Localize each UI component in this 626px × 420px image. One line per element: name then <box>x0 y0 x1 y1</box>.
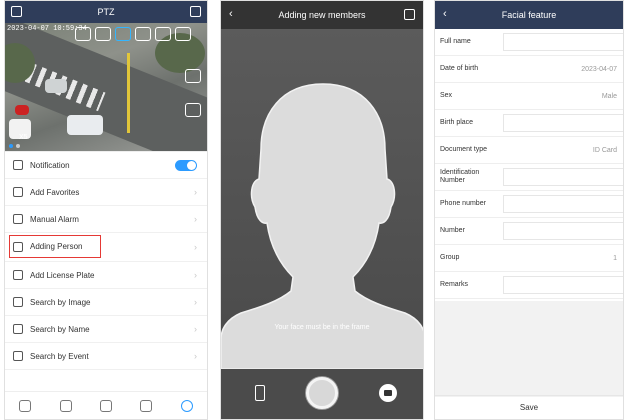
chevron-right-icon: › <box>194 270 197 280</box>
facial-feature-form: Full name Date of birth 2023-04-07 Sex M… <box>435 29 623 299</box>
bottom-toolbar <box>5 391 207 419</box>
video-record-icon[interactable] <box>185 103 201 117</box>
alarm-icon <box>13 214 23 224</box>
fullscreen-icon[interactable] <box>175 27 191 41</box>
chevron-right-icon: › <box>194 187 197 197</box>
shutter-button[interactable] <box>306 377 338 409</box>
back-icon[interactable]: ‹ <box>229 8 233 20</box>
field-group[interactable]: Group 1 <box>435 245 623 272</box>
group-value[interactable]: 1 <box>613 255 617 262</box>
field-phone-number: Phone number <box>435 191 623 218</box>
switch-camera-icon[interactable] <box>379 384 397 402</box>
frame-hint: Your face must be in the frame <box>274 324 370 331</box>
menu-item-notification[interactable]: Notification <box>5 152 207 179</box>
field-birth-place: Birth place <box>435 110 623 137</box>
page-dots <box>9 144 20 148</box>
ptz-title: PTZ <box>97 7 115 17</box>
phone-number-input[interactable] <box>503 195 623 213</box>
sex-value[interactable]: Male <box>602 93 617 100</box>
field-sex[interactable]: Sex Male <box>435 83 623 110</box>
speaker-icon[interactable] <box>59 399 72 412</box>
menu-item-manual-alarm[interactable]: Manual Alarm › <box>5 206 207 233</box>
playback-icon[interactable] <box>140 399 153 412</box>
field-date-of-birth[interactable]: Date of birth 2023-04-07 <box>435 56 623 83</box>
gallery-icon[interactable] <box>404 9 415 20</box>
menu-item-add-favorites[interactable]: Add Favorites › <box>5 179 207 206</box>
field-number: Number <box>435 218 623 245</box>
facial-feature-screen: ‹ Facial feature Full name Date of birth… <box>434 0 624 420</box>
microphone-icon[interactable] <box>19 399 32 412</box>
feature-menu: Notification Add Favorites › Manual Alar… <box>5 151 207 370</box>
full-name-input[interactable] <box>503 33 623 51</box>
name-search-icon <box>13 324 23 334</box>
facial-feature-header: ‹ Facial feature <box>435 1 623 29</box>
event-search-icon <box>13 351 23 361</box>
menu-item-add-license-plate[interactable]: Add License Plate › <box>5 262 207 289</box>
back-icon[interactable]: ‹ <box>443 8 447 20</box>
form-spacer <box>435 301 623 397</box>
chevron-right-icon: › <box>194 214 197 224</box>
snapshot-icon[interactable] <box>155 27 171 41</box>
layout-icon[interactable] <box>190 6 201 17</box>
birth-place-input[interactable] <box>503 114 623 132</box>
chevron-right-icon: › <box>194 324 197 334</box>
field-identification-number: Identification Number <box>435 164 623 191</box>
menu-item-search-by-name[interactable]: Search by Name › <box>5 316 207 343</box>
image-search-icon <box>13 297 23 307</box>
document-type-value[interactable]: ID Card <box>593 147 617 154</box>
number-input[interactable] <box>503 222 623 240</box>
car-icon <box>13 270 23 280</box>
remarks-input[interactable] <box>503 276 623 294</box>
more-icon[interactable] <box>180 399 193 412</box>
ptz-control-icon[interactable] <box>115 27 131 41</box>
chevron-right-icon: › <box>194 351 197 361</box>
date-of-birth-value[interactable]: 2023-04-07 <box>581 66 617 73</box>
notification-toggle[interactable] <box>175 160 197 171</box>
menu-item-search-by-image[interactable]: Search by Image › <box>5 289 207 316</box>
identification-number-input[interactable] <box>503 168 623 186</box>
camera-icon[interactable] <box>185 69 201 83</box>
capture-screen: ‹ Adding new members Your face must be i… <box>220 0 424 420</box>
ptz-header: PTZ <box>5 1 207 23</box>
capture-title: Adding new members <box>278 10 366 20</box>
chevron-right-icon: › <box>194 242 197 252</box>
star-icon <box>13 187 23 197</box>
live-video[interactable]: 2023-04-07 10:59:34 X5 <box>5 23 207 151</box>
menu-icon[interactable] <box>11 6 22 17</box>
zoom-label: X5 <box>19 134 28 141</box>
camera-preview <box>221 29 423 369</box>
eye-icon[interactable] <box>75 27 91 41</box>
ptz-screen: PTZ 2023-04-07 10:59:34 X5 Notification <box>4 0 208 420</box>
menu-item-adding-person[interactable]: Adding Person <box>9 235 101 258</box>
grid-icon[interactable] <box>99 399 112 412</box>
field-full-name: Full name <box>435 29 623 56</box>
camera-controls <box>221 367 423 419</box>
image-icon[interactable] <box>135 27 151 41</box>
save-button[interactable]: Save <box>435 395 623 419</box>
facial-feature-title: Facial feature <box>501 10 557 20</box>
person-icon <box>13 241 23 252</box>
capture-header: ‹ Adding new members <box>221 1 423 29</box>
chevron-right-icon: › <box>194 297 197 307</box>
field-document-type[interactable]: Document type ID Card <box>435 137 623 164</box>
face-frame-silhouette <box>221 83 423 369</box>
menu-item-search-by-event[interactable]: Search by Event › <box>5 343 207 370</box>
field-remarks: Remarks <box>435 272 623 299</box>
flashlight-icon[interactable] <box>255 385 265 401</box>
message-icon <box>13 160 23 170</box>
record-icon[interactable] <box>95 27 111 41</box>
